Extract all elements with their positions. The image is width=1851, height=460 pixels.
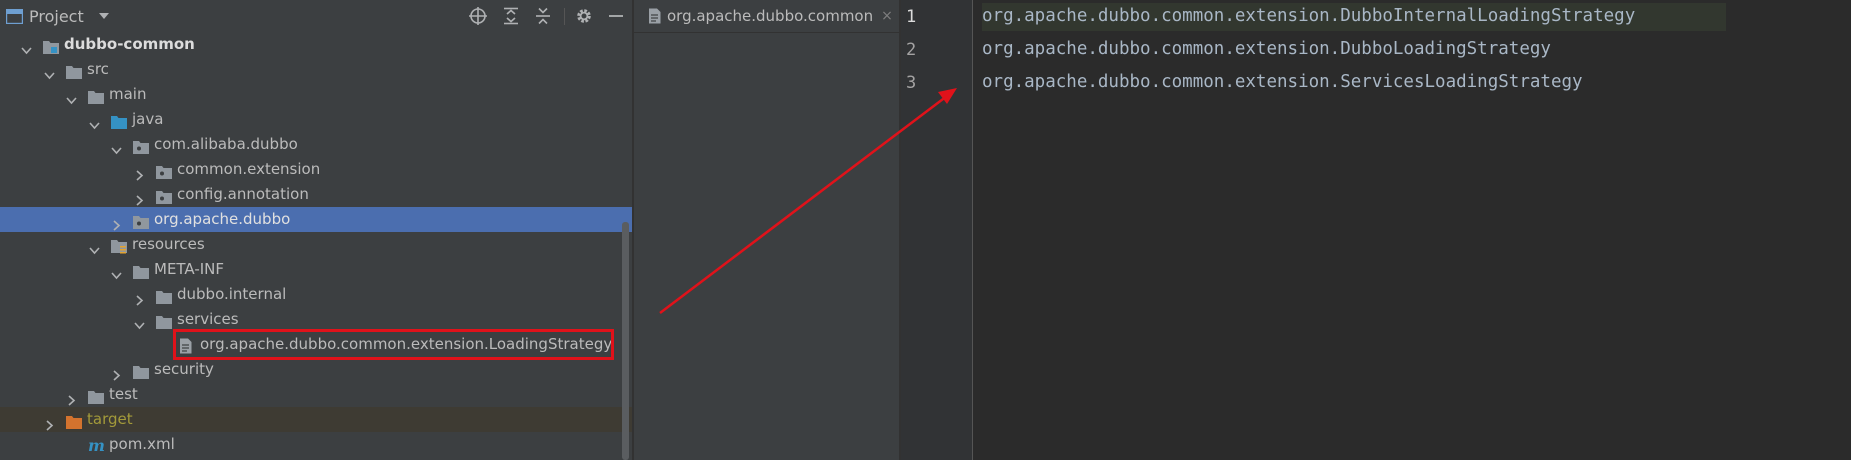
code-line[interactable]: org.apache.dubbo.common.extension.Servic…	[982, 72, 1583, 92]
chevron-down-icon[interactable]	[134, 314, 145, 330]
editor-tab-column: org.apache.dubbo.common ×	[634, 0, 899, 460]
line-number-gutter	[901, 0, 973, 460]
close-icon[interactable]: ×	[881, 8, 893, 24]
svg-text:m: m	[88, 438, 105, 454]
folder-icon	[156, 312, 172, 329]
tree-item-label: dubbo.internal	[177, 285, 287, 303]
tree-item-dubbo-common[interactable]: dubbo-common	[0, 32, 632, 57]
tree-item-label: main	[109, 85, 147, 103]
chevron-right-icon[interactable]	[111, 364, 122, 381]
minimize-icon[interactable]	[606, 6, 626, 26]
tree-item-label: config.annotation	[177, 185, 309, 203]
tree-item-target[interactable]: target	[0, 407, 632, 432]
package-icon	[133, 212, 149, 229]
code-line[interactable]: org.apache.dubbo.common.extension.DubboI…	[982, 6, 1635, 26]
chevron-right-icon[interactable]	[134, 289, 145, 306]
maven-icon: m	[88, 436, 105, 455]
line-number: 3	[906, 73, 917, 93]
tree-item-com.alibaba.dubbo[interactable]: com.alibaba.dubbo	[0, 132, 632, 157]
tree-item-label: org.apache.dubbo	[154, 210, 291, 228]
package-icon	[156, 187, 172, 204]
project-view-title[interactable]: Project	[29, 7, 84, 26]
tree-item-label: target	[87, 410, 133, 428]
tree-item-label: src	[87, 60, 109, 78]
code-editor[interactable]	[973, 0, 1851, 460]
tree-item-common.extension[interactable]: common.extension	[0, 157, 632, 182]
package-icon	[133, 137, 149, 154]
line-number: 1	[906, 7, 917, 27]
tree-item-pom.xml[interactable]: m pom.xml	[0, 432, 632, 457]
tree-item-label: test	[109, 385, 138, 403]
chevron-down-icon[interactable]	[111, 264, 122, 280]
source-folder-icon	[111, 112, 127, 129]
toolbar-separator	[564, 8, 565, 25]
tree-item-org.apache.dubbo[interactable]: org.apache.dubbo	[0, 207, 632, 232]
tree-item-label: com.alibaba.dubbo	[154, 135, 298, 153]
tree-item-main[interactable]: main	[0, 82, 632, 107]
chevron-down-icon[interactable]	[98, 12, 110, 20]
chevron-right-icon[interactable]	[134, 189, 145, 206]
folder-icon	[133, 362, 149, 379]
tree-item-label: security	[154, 360, 214, 378]
tree-item-META-INF[interactable]: META-INF	[0, 257, 632, 282]
chevron-down-icon[interactable]	[111, 139, 122, 155]
gear-icon[interactable]	[574, 6, 594, 26]
tree-item-dubbo.internal[interactable]: dubbo.internal	[0, 282, 632, 307]
folder-icon	[88, 387, 104, 404]
project-panel: Project dubbo-common src main java com.aliba…	[0, 0, 632, 460]
folder-icon	[133, 262, 149, 279]
tree-item-label: pom.xml	[109, 435, 175, 453]
tree-item-test[interactable]: test	[0, 382, 632, 407]
project-tree: dubbo-common src main java com.alibaba.dubbo…	[0, 32, 632, 457]
chevron-down-icon[interactable]	[21, 39, 32, 55]
chevron-right-icon[interactable]	[134, 164, 145, 181]
project-window-icon	[6, 8, 23, 24]
tree-item-label: java	[132, 110, 164, 128]
tree-item-resources[interactable]: resources	[0, 232, 632, 257]
chevron-down-icon[interactable]	[44, 64, 55, 80]
package-icon	[156, 162, 172, 179]
tree-item-java[interactable]: java	[0, 107, 632, 132]
folder-icon	[156, 287, 172, 304]
tree-item-config.annotation[interactable]: config.annotation	[0, 182, 632, 207]
tree-item-label: dubbo-common	[64, 35, 195, 53]
module-folder-icon	[43, 37, 59, 54]
chevron-down-icon[interactable]	[66, 89, 77, 105]
tree-item-label: resources	[132, 235, 205, 253]
folder-icon	[66, 62, 82, 79]
tree-item-src[interactable]: src	[0, 57, 632, 82]
code-line[interactable]: org.apache.dubbo.common.extension.DubboL…	[982, 39, 1551, 59]
tree-item-label: META-INF	[154, 260, 225, 278]
tree-item-label: common.extension	[177, 160, 321, 178]
chevron-down-icon[interactable]	[89, 239, 100, 255]
locate-file-icon[interactable]	[468, 6, 488, 26]
folder-icon	[88, 87, 104, 104]
editor-tab-label[interactable]: org.apache.dubbo.common	[667, 7, 873, 25]
tree-item-security[interactable]: security	[0, 357, 632, 382]
tree-scrollbar[interactable]	[622, 222, 629, 460]
chevron-right-icon[interactable]	[44, 414, 55, 431]
text-file-icon	[648, 8, 661, 28]
collapse-all-icon[interactable]	[533, 6, 553, 26]
chevron-right-icon[interactable]	[66, 389, 77, 406]
project-panel-header: Project	[0, 0, 632, 32]
chevron-down-icon[interactable]	[89, 114, 100, 130]
annotation-highlight-box	[173, 329, 614, 360]
chevron-right-icon[interactable]	[111, 214, 122, 231]
excluded-folder-icon	[66, 412, 82, 429]
editor-tab[interactable]: org.apache.dubbo.common ×	[634, 0, 899, 33]
line-number: 2	[906, 40, 917, 60]
expand-all-icon[interactable]	[501, 6, 521, 26]
resources-folder-icon	[111, 237, 127, 254]
